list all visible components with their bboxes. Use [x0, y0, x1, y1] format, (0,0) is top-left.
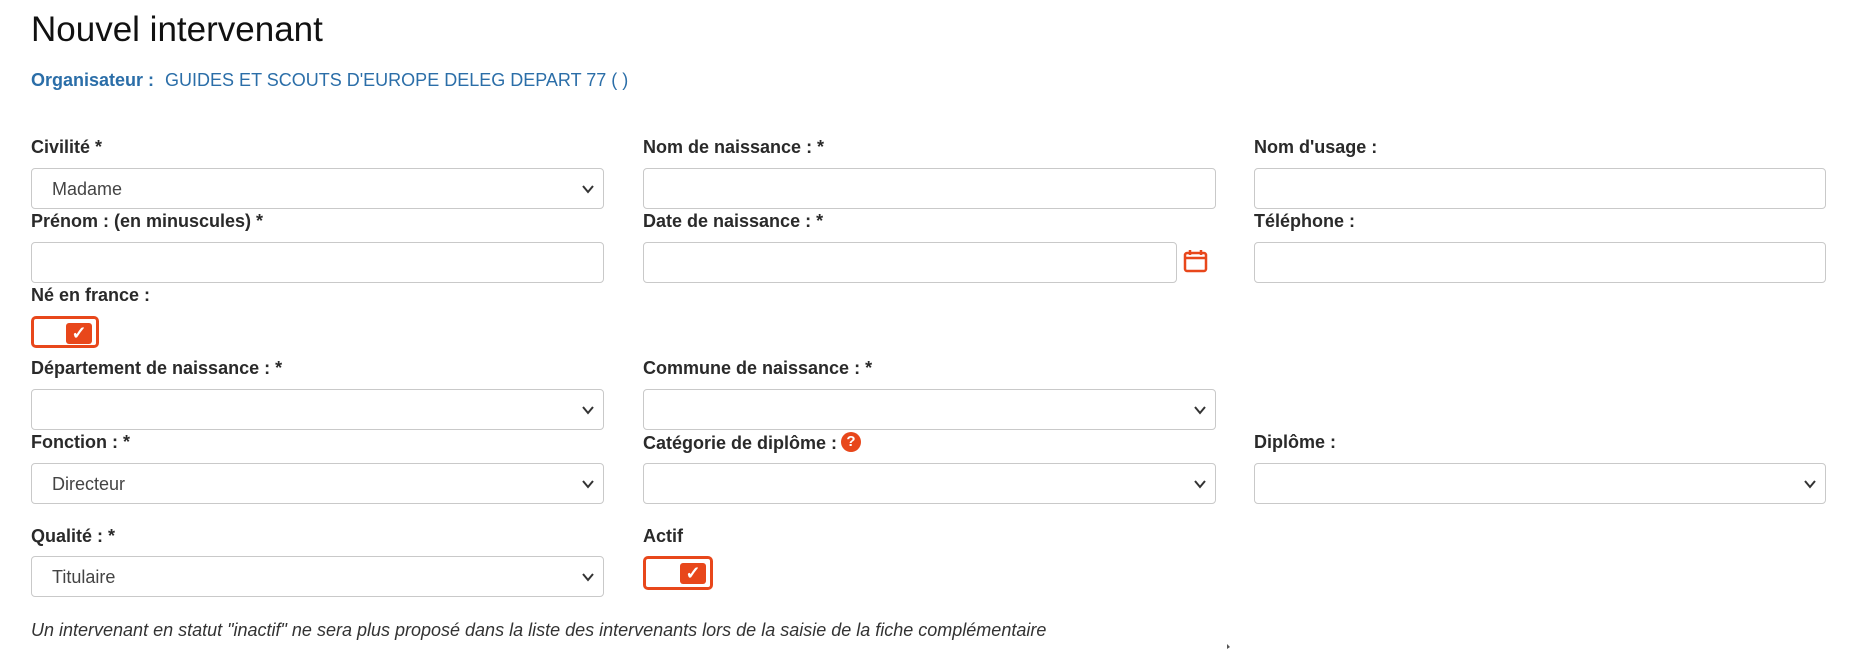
- date-naissance-input[interactable]: [643, 242, 1177, 283]
- departement-label: Département de naissance : *: [31, 358, 283, 378]
- mouse-cursor-icon: [1227, 644, 1230, 649]
- ne-en-france-toggle[interactable]: ✓: [31, 316, 99, 348]
- chevron-down-icon: [582, 480, 594, 489]
- diplome-select[interactable]: [1254, 463, 1826, 504]
- fonction-value: Directeur: [52, 474, 126, 494]
- chevron-down-icon: [582, 406, 594, 415]
- telephone-label: Téléphone :: [1254, 211, 1356, 231]
- chevron-down-icon: [1194, 480, 1206, 489]
- chevron-down-icon: [582, 573, 594, 582]
- organisateur-line: Organisateur : GUIDES ET SCOUTS D'EUROPE…: [31, 70, 628, 91]
- diplome-label: Diplôme :: [1254, 432, 1337, 452]
- new-intervenant-page: Nouvel intervenant Organisateur : GUIDES…: [0, 0, 1857, 649]
- help-icon[interactable]: ?: [841, 432, 861, 452]
- chevron-down-icon: [1804, 480, 1816, 489]
- civilite-select[interactable]: Madame: [31, 168, 604, 209]
- prenom-label: Prénom : (en minuscules) *: [31, 211, 264, 231]
- civilite-value: Madame: [52, 179, 123, 199]
- telephone-input[interactable]: [1254, 242, 1826, 283]
- check-icon: ✓: [66, 323, 92, 344]
- organisateur-label: Organisateur :: [31, 70, 155, 90]
- civilite-label: Civilité *: [31, 137, 103, 157]
- organisateur-value: GUIDES ET SCOUTS D'EUROPE DELEG DEPART 7…: [165, 70, 629, 90]
- page-title: Nouvel intervenant: [31, 10, 323, 49]
- prenom-input[interactable]: [31, 242, 604, 283]
- qualite-value: Titulaire: [52, 567, 116, 587]
- qualite-select[interactable]: Titulaire: [31, 556, 604, 597]
- actif-label: Actif: [643, 526, 683, 546]
- check-icon: ✓: [680, 563, 706, 584]
- date-naissance-label: Date de naissance : *: [643, 211, 824, 231]
- chevron-down-icon: [1194, 406, 1206, 415]
- ne-en-france-label: Né en france :: [31, 285, 151, 305]
- chevron-down-icon: [582, 185, 594, 194]
- categorie-diplome-label: Catégorie de diplôme : *: [643, 433, 850, 453]
- inactive-status-note: Un intervenant en statut "inactif" ne se…: [31, 620, 1047, 640]
- commune-select[interactable]: [643, 389, 1216, 430]
- calendar-icon[interactable]: [1182, 247, 1209, 274]
- nom-naissance-input[interactable]: [643, 168, 1216, 209]
- nom-naissance-label: Nom de naissance : *: [643, 137, 825, 157]
- nom-usage-label: Nom d'usage :: [1254, 137, 1378, 157]
- fonction-label: Fonction : *: [31, 432, 130, 452]
- commune-label: Commune de naissance : *: [643, 358, 873, 378]
- fonction-select[interactable]: Directeur: [31, 463, 604, 504]
- categorie-diplome-select[interactable]: [643, 463, 1216, 504]
- actif-toggle[interactable]: ✓: [643, 556, 713, 590]
- qualite-label: Qualité : *: [31, 526, 116, 546]
- departement-select[interactable]: [31, 389, 604, 430]
- nom-usage-input[interactable]: [1254, 168, 1826, 209]
